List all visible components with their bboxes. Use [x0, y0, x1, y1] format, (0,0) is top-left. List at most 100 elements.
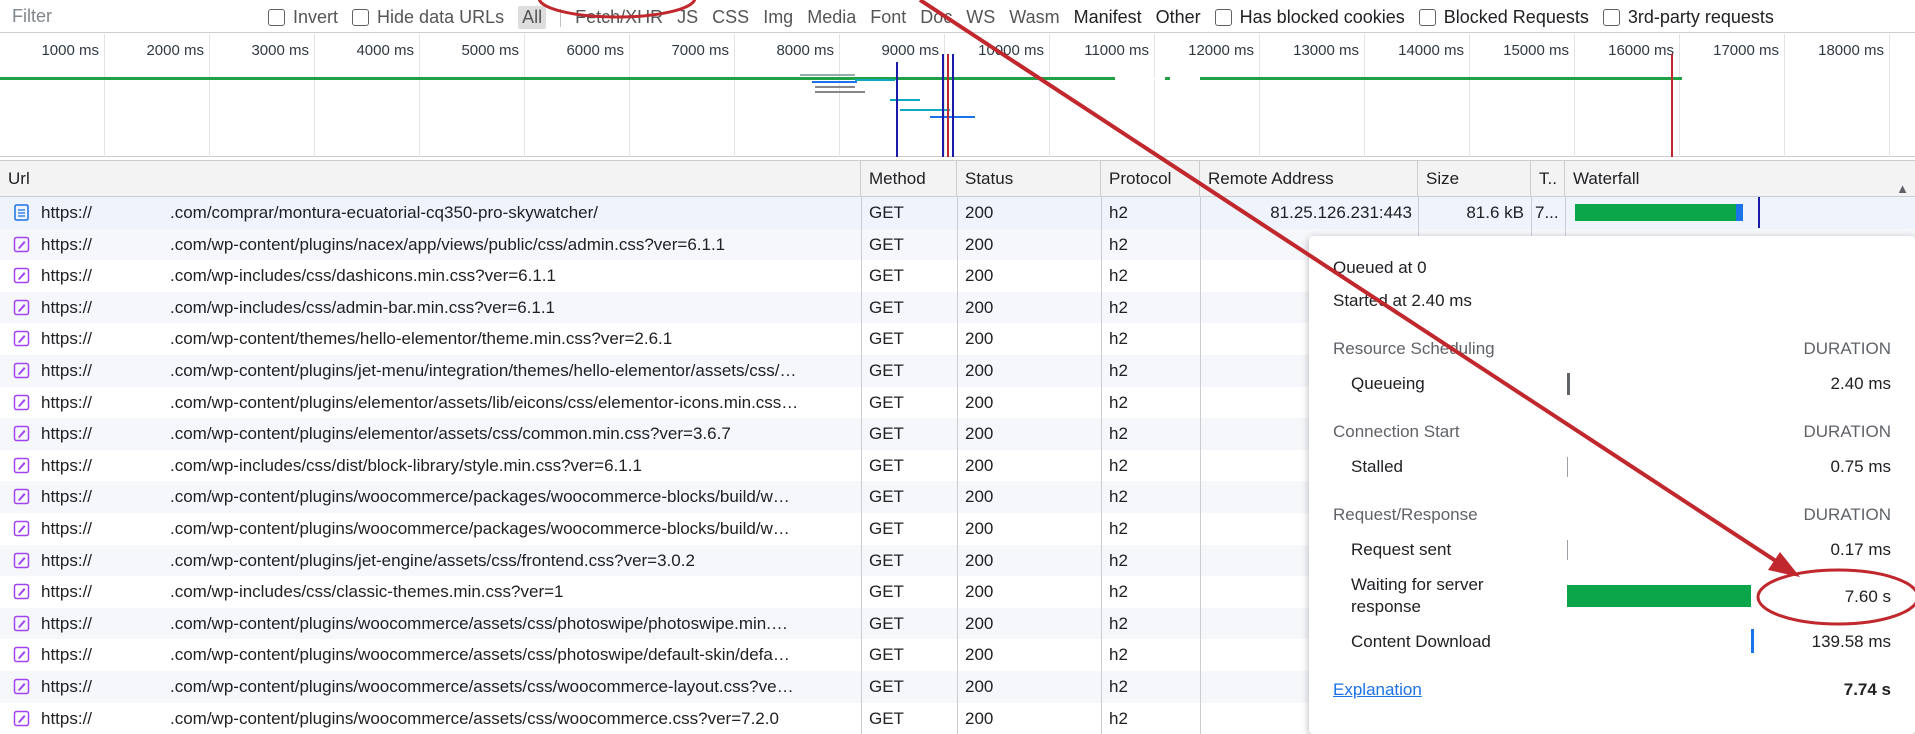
status-cell: 200 — [965, 677, 994, 696]
filter-toolbar: Filter Invert Hide data URLs All Fetch/X… — [0, 0, 1915, 33]
method-cell: GET — [869, 329, 904, 349]
column-header-remote-address[interactable]: Remote Address — [1200, 161, 1418, 198]
waterfall-bar[interactable] — [1575, 204, 1743, 221]
section-connection-start: Connection Start — [1333, 422, 1460, 441]
request-sent-value: 0.17 ms — [1830, 540, 1891, 559]
status-cell: 200 — [965, 519, 994, 538]
stylesheet-icon — [13, 678, 30, 695]
column-divider[interactable] — [861, 197, 862, 734]
third-party-checkbox[interactable]: 3rd-party requests — [1602, 7, 1774, 28]
protocol-cell: h2 — [1109, 297, 1128, 317]
column-header-protocol[interactable]: Protocol — [1101, 161, 1200, 198]
filter-type-fetch[interactable]: Fetch/XHR — [575, 7, 663, 28]
filter-type-doc[interactable]: Doc — [920, 7, 952, 28]
timeline-tick — [1889, 34, 1890, 157]
url-path: .com/wp-includes/css/classic-themes.min.… — [170, 582, 564, 602]
column-header-status[interactable]: Status — [957, 161, 1101, 198]
url-scheme: https:// — [41, 708, 93, 728]
has-blocked-cookies-checkbox[interactable]: Has blocked cookies — [1214, 7, 1405, 28]
url-cell: https:// .com/wp-content/plugins/nacex/ap… — [0, 229, 861, 260]
column-divider[interactable] — [1101, 197, 1102, 734]
url-cell: https:// .com/wp-includes/css/dist/block-… — [0, 450, 861, 481]
filter-type-manifest[interactable]: Manifest — [1074, 7, 1142, 28]
dom-content-loaded-line — [952, 54, 954, 157]
timeline-tick-label: 18000 ms — [1818, 42, 1884, 59]
filter-input[interactable]: Filter — [12, 6, 52, 27]
dom-content-loaded-line — [942, 54, 944, 157]
protocol-cell: h2 — [1109, 424, 1128, 444]
protocol-cell: h2 — [1109, 582, 1128, 602]
url-scheme: https:// — [41, 297, 93, 317]
filter-type-js[interactable]: JS — [677, 7, 698, 28]
column-divider[interactable] — [957, 197, 958, 734]
filter-type-img[interactable]: Img — [763, 7, 793, 28]
status-cell: 200 — [965, 297, 994, 317]
url-cell: https:// .com/wp-content/plugins/woocomme… — [0, 513, 861, 544]
url-scheme: https:// — [41, 266, 93, 286]
url-cell: https:// .com/wp-includes/css/admin-bar.m… — [0, 292, 861, 323]
url-cell: https:// .com/wp-content/themes/hello-ele… — [0, 323, 861, 354]
filter-type-wasm[interactable]: Wasm — [1009, 7, 1059, 28]
timeline-tick-label: 7000 ms — [671, 42, 729, 59]
stalled-bar — [1567, 457, 1568, 477]
protocol-cell: h2 — [1109, 392, 1128, 412]
timeline-gap — [1170, 77, 1200, 80]
protocol-cell: h2 — [1109, 234, 1128, 254]
filter-type-other[interactable]: Other — [1156, 7, 1201, 28]
timeline-tick-label: 13000 ms — [1293, 42, 1359, 59]
method-cell: GET — [869, 487, 904, 507]
url-scheme: https:// — [41, 645, 93, 665]
status-cell: 200 — [965, 424, 994, 444]
filter-type-css[interactable]: CSS — [712, 7, 749, 28]
timeline-tick-label: 12000 ms — [1188, 42, 1254, 59]
hide-data-urls-checkbox[interactable]: Hide data URLs — [352, 7, 504, 28]
url-scheme: https:// — [41, 424, 93, 444]
status-cell: 200 — [965, 582, 994, 602]
url-path: .com/wp-content/plugins/woocommerce/pack… — [170, 519, 790, 538]
method-cell: GET — [869, 708, 904, 728]
invert-checkbox[interactable]: Invert — [268, 7, 338, 28]
timeline-request-mark — [815, 86, 855, 88]
column-header-time[interactable]: T.. — [1531, 161, 1565, 198]
timeline-gap — [1115, 77, 1165, 80]
status-cell: 200 — [965, 392, 994, 412]
protocol-cell: h2 — [1109, 613, 1128, 633]
invert-label: Invert — [293, 7, 339, 27]
timeline-request-mark — [812, 81, 857, 83]
filter-all-button[interactable]: All — [518, 6, 547, 29]
column-header-method[interactable]: Method — [861, 161, 957, 198]
filter-type-media[interactable]: Media — [807, 7, 856, 28]
column-header-size[interactable]: Size — [1418, 161, 1531, 198]
column-header-waterfall[interactable]: Waterfall ▲ — [1565, 161, 1915, 198]
blocked-requests-label: Blocked Requests — [1443, 7, 1589, 27]
column-header-url[interactable]: Url — [0, 161, 861, 198]
protocol-cell: h2 — [1109, 361, 1128, 380]
section-resource-scheduling: Resource Scheduling — [1333, 339, 1495, 358]
method-cell: GET — [869, 203, 904, 222]
blocked-requests-checkbox[interactable]: Blocked Requests — [1418, 7, 1589, 28]
stalled-value: 0.75 ms — [1830, 457, 1891, 476]
status-cell: 200 — [965, 613, 994, 633]
started-at-text: Started at 2.40 ms — [1333, 291, 1472, 310]
url-scheme: https:// — [41, 550, 93, 570]
section-request-response: Request/Response — [1333, 505, 1478, 524]
stylesheet-icon — [13, 583, 30, 600]
stylesheet-icon — [13, 457, 30, 474]
network-overview-timeline[interactable]: 1000 ms 2000 ms 3000 ms 4000 ms 5000 ms 6000 … — [0, 34, 1915, 157]
protocol-cell: h2 — [1109, 266, 1128, 286]
url-cell: https:// .com/wp-content/plugins/woocomme… — [0, 481, 861, 512]
explanation-link[interactable]: Explanation — [1333, 680, 1422, 700]
stylesheet-icon — [13, 267, 30, 284]
request-sent-label: Request sent — [1351, 540, 1452, 559]
filter-type-font[interactable]: Font — [870, 7, 906, 28]
protocol-cell: h2 — [1109, 329, 1128, 349]
duration-heading: DURATION — [1803, 505, 1891, 524]
method-cell: GET — [869, 613, 904, 633]
waiting-label-line2: response — [1351, 597, 1421, 616]
column-divider[interactable] — [1200, 197, 1201, 734]
protocol-cell: h2 — [1109, 487, 1128, 507]
url-cell: https:// .com/wp-content/plugins/woocomme… — [0, 671, 861, 702]
timeline-tick-label: 8000 ms — [776, 42, 834, 59]
url-path: .com/wp-content/plugins/elementor/assets… — [170, 392, 799, 412]
filter-type-ws[interactable]: WS — [966, 7, 995, 28]
